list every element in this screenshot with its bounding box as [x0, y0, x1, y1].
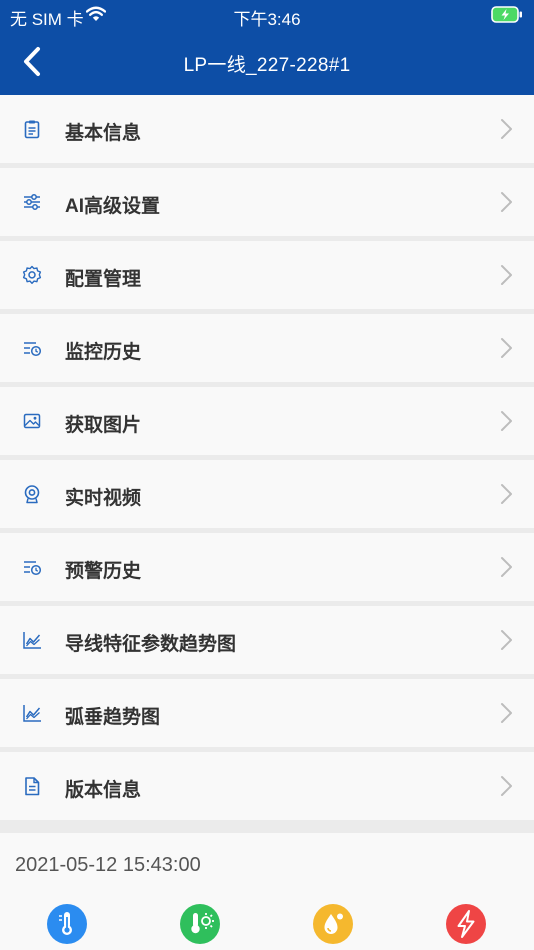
menu-item-label: 弧垂趋势图 [65, 707, 161, 728]
history-list-icon [24, 342, 42, 357]
menu-item-label: AI高级设置 [65, 196, 161, 217]
history-list-icon [24, 561, 42, 576]
menu-item-label: 实时视频 [65, 488, 142, 509]
menu-item-label: 版本信息 [65, 780, 142, 801]
camera-icon [24, 485, 40, 504]
sensor-lightning-button[interactable] [445, 903, 487, 945]
menu-item-label: 导线特征参数趋势图 [65, 634, 237, 655]
menu-item-label: 配置管理 [65, 269, 142, 290]
chevron-right-icon [501, 776, 512, 796]
menu-item-sag-trend[interactable]: 弧垂趋势图 [0, 679, 534, 747]
menu-item-live-video[interactable]: 实时视频 [0, 460, 534, 528]
lightning-icon [446, 904, 486, 944]
menu-item-version-info[interactable]: 版本信息 [0, 752, 534, 820]
menu-item-label: 监控历史 [65, 342, 142, 363]
chevron-right-icon [501, 557, 512, 577]
update-timestamp: 2021-05-12 15:43:00 [15, 854, 201, 876]
chevron-right-icon [501, 192, 512, 212]
gear-icon [22, 265, 42, 284]
menu-item-label: 基本信息 [65, 123, 142, 144]
humidity-drop-icon [313, 904, 353, 944]
page-title: LP一线_227-228#1 [183, 55, 351, 76]
document-icon [25, 777, 40, 796]
menu-item-get-image[interactable]: 获取图片 [0, 387, 534, 455]
battery-icon [491, 6, 522, 23]
sensor-temperature-button[interactable] [179, 903, 221, 945]
sensor-panel: 2021-05-12 15:43:00 [0, 833, 534, 950]
sensor-thermometer-button[interactable] [46, 903, 88, 945]
chevron-right-icon [501, 338, 512, 358]
menu-item-monitor-history[interactable]: 监控历史 [0, 314, 534, 382]
clipboard-icon [24, 120, 40, 139]
menu-item-ai-settings[interactable]: AI高级设置 [0, 168, 534, 236]
nav-bar: LP一线_227-228#1 [0, 30, 534, 95]
chevron-right-icon [501, 484, 512, 504]
chevron-right-icon [501, 411, 512, 431]
chevron-right-icon [501, 630, 512, 650]
sensor-humidity-button[interactable] [312, 903, 354, 945]
menu-item-conductor-trend[interactable]: 导线特征参数趋势图 [0, 606, 534, 674]
image-icon [23, 413, 41, 429]
temperature-sun-icon [180, 904, 220, 944]
line-chart-icon [23, 632, 41, 649]
sliders-icon [24, 194, 40, 210]
line-chart-icon [23, 705, 41, 722]
menu-list: 基本信息 AI高级设置 配置管理 监控历史 获取图片 实时视频 预警历史 导线特… [0, 95, 534, 825]
status-bar: 无 SIM 卡 下午3:46 [0, 0, 534, 30]
menu-item-label: 获取图片 [65, 415, 142, 436]
chevron-right-icon [501, 119, 512, 139]
header: 无 SIM 卡 下午3:46 LP一线_227-228#1 [0, 0, 534, 95]
menu-item-config[interactable]: 配置管理 [0, 241, 534, 309]
menu-item-warning-history[interactable]: 预警历史 [0, 533, 534, 601]
chevron-right-icon [501, 265, 512, 285]
menu-item-label: 预警历史 [65, 561, 142, 582]
status-time: 下午3:46 [233, 10, 301, 29]
chevron-right-icon [501, 703, 512, 723]
menu-item-basic-info[interactable]: 基本信息 [0, 95, 534, 163]
thermometer-icon [47, 904, 87, 944]
